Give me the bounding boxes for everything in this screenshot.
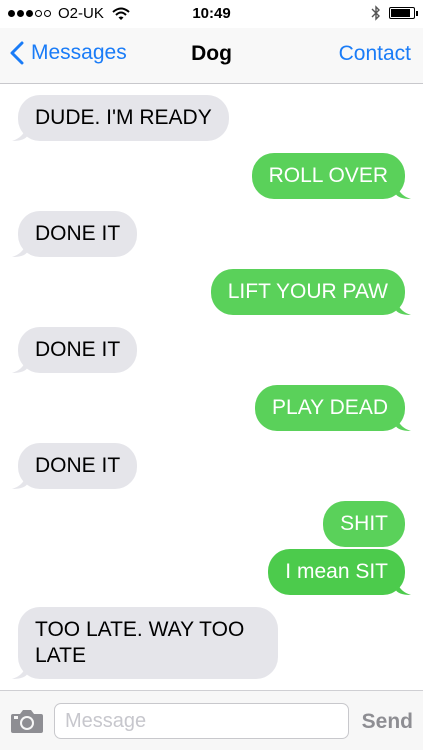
back-button[interactable]: Messages [10, 41, 127, 65]
message-bubble-sent: ROLL OVER [251, 153, 411, 199]
message-text: ROLL OVER [268, 164, 388, 187]
message-text: DUDE. I'M READY [35, 106, 212, 129]
message-text: I mean SIT [285, 560, 388, 583]
message-text: PLAY DEAD [272, 396, 388, 419]
message-text: TOO LATE. WAY TOO LATE [35, 618, 245, 667]
message-bubble-sent: SHIT [323, 501, 405, 547]
message-bubble-sent: LIFT YOUR PAW [210, 269, 411, 315]
message-bubble-received: DONE IT [12, 443, 138, 489]
message-bubble-sent: I mean SIT [268, 549, 411, 595]
chevron-left-icon [10, 41, 24, 65]
battery-icon [389, 7, 418, 19]
message-bubble-received: TOO LATE. WAY TOO LATE [12, 607, 278, 679]
contact-button[interactable]: Contact [339, 42, 411, 66]
navigation-bar: Messages Dog Contact [0, 28, 423, 84]
message-bubble-received: DONE IT [12, 327, 138, 373]
message-bubble-sent: PLAY DEAD [255, 385, 411, 431]
message-text: LIFT YOUR PAW [227, 280, 388, 303]
message-text: DONE IT [35, 454, 121, 477]
send-button[interactable]: Send [362, 710, 413, 734]
status-bar: O2-UK 10:49 [0, 0, 423, 28]
message-bubble-received: DUDE. I'M READY [12, 95, 229, 141]
back-button-label: Messages [31, 41, 127, 64]
message-list[interactable]: DUDE. I'M READY ROLL OVER DONE IT LIFT Y… [0, 85, 423, 690]
status-time: 10:49 [192, 5, 231, 22]
battery-level [391, 9, 410, 17]
message-text: DONE IT [35, 222, 121, 245]
message-text: SHIT [340, 512, 388, 535]
camera-icon[interactable] [10, 708, 44, 734]
message-input-bar: Send [0, 690, 423, 750]
message-text: DONE IT [35, 338, 121, 361]
bluetooth-icon [371, 5, 380, 21]
message-input[interactable] [54, 703, 349, 739]
message-bubble-received: DONE IT [12, 211, 138, 257]
